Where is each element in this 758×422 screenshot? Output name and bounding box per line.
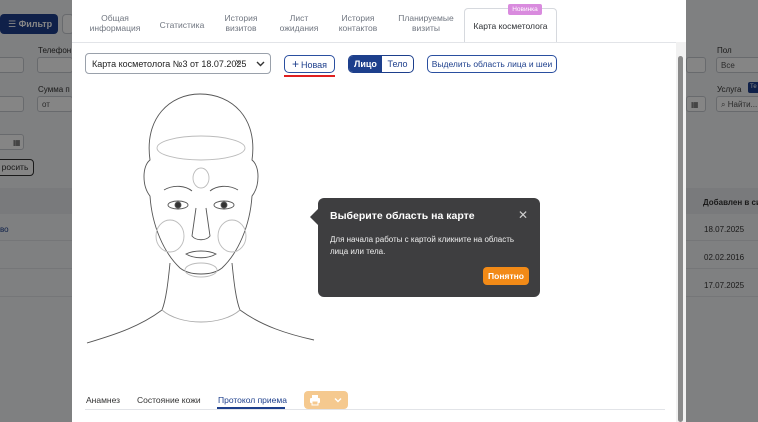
new-feature-badge: Новинка [508,4,542,15]
tab-label: Общая информация [89,13,141,33]
select-face-area-button[interactable]: Выделить область лица и шеи [427,55,557,73]
highlight-underline [284,75,335,77]
mouth [185,250,217,259]
tab-skin-condition[interactable]: Состояние кожи [137,395,201,405]
printer-icon [309,394,321,408]
tab-label: История визитов [224,13,258,33]
right-eyebrow [209,185,239,192]
forehead-zone [156,135,246,161]
tab-label: Карта косметолога [473,21,548,31]
chin-zone [184,262,218,278]
chevron-down-icon[interactable] [255,58,266,71]
new-card-button[interactable]: + Новая [284,55,335,73]
plus-icon: + [291,57,299,71]
card-select-value: Карта косметолога №3 от 18.07.2025 [92,59,247,69]
print-button[interactable] [304,391,348,409]
tab-bar: Общая информация Статистика История визи… [72,0,686,43]
head-outline [143,93,259,275]
clear-icon[interactable]: × [235,57,241,69]
tab-statistics[interactable]: Статистика [156,20,208,30]
scrollbar-thumb[interactable] [678,56,683,422]
shoulders [86,309,315,344]
card-select[interactable]: Карта косметолога №3 от 18.07.2025 × [85,53,271,74]
tab-label: Планируемые визиты [398,13,454,33]
left-eyebrow [163,185,193,192]
popup-text: Для начала работы с картой кликните на о… [330,235,515,256]
body-toggle[interactable]: Тело [382,56,413,72]
face-body-switch: Лицо Тело [348,55,414,73]
tab-waiting-list[interactable]: Лист ожидания [274,13,324,33]
onboarding-popup: Выберите область на карте ✕ Для начала р… [318,198,540,297]
tab-label: История контактов [338,13,378,33]
close-icon[interactable]: ✕ [518,208,528,222]
left-cheek-zone [155,219,185,253]
active-tab-underline [217,407,285,409]
new-card-button-label: Новая [300,60,328,70]
popup-title: Выберите область на карте [330,210,475,222]
face-map[interactable] [82,78,322,383]
face-toggle[interactable]: Лицо [349,56,382,72]
select-face-area-label: Выделить область лица и шеи [431,59,553,69]
right-cheek-zone [217,219,247,253]
tab-label: Лист ожидания [279,13,319,33]
card-sections-tabs: Анамнез Состояние кожи Протокол приема [85,391,665,410]
tab-planned-visits[interactable]: Планируемые визиты [392,13,460,33]
tab-label: Статистика [159,20,205,30]
nose [191,207,211,241]
glabella-zone [192,167,210,189]
tab-contact-history[interactable]: История контактов [332,13,384,33]
got-it-button[interactable]: Понятно [483,267,529,285]
tab-anamnesis[interactable]: Анамнез [86,395,120,405]
neck [161,262,241,311]
chevron-down-icon[interactable] [333,395,343,407]
tab-general-info[interactable]: Общая информация [84,13,146,33]
tab-visit-protocol[interactable]: Протокол приема [218,395,287,405]
tab-visit-history[interactable]: История визитов [216,13,266,33]
